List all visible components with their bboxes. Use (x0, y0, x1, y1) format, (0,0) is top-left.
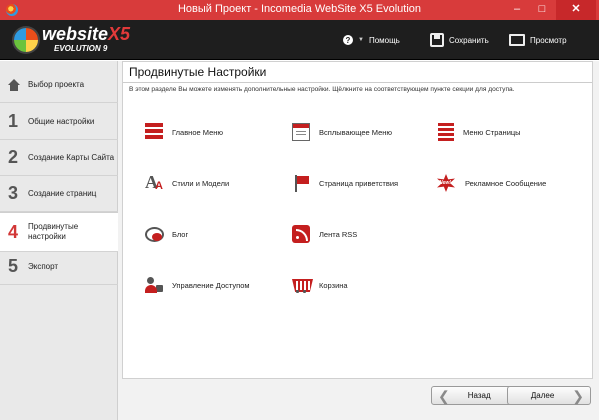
monitor-icon (509, 34, 525, 46)
tile-label: Меню Страницы (463, 127, 521, 137)
tile-label: Управление Доступом (172, 280, 250, 290)
advanced-settings-card: Продвинутые Настройки В этом разделе Вы … (122, 61, 593, 379)
sidebar-item-label: Продвинутые настройки (28, 222, 79, 241)
save-button[interactable]: Сохранить (430, 28, 489, 52)
sidebar-item-general-settings[interactable]: 1 Общие настройки (0, 104, 118, 140)
page-menu-icon (438, 123, 454, 141)
app-logo: websiteX5 EVOLUTION 9 (14, 24, 184, 56)
styles-icon (145, 172, 163, 193)
new-badge-icon (436, 174, 456, 192)
home-icon (8, 78, 20, 91)
tile-label: Рекламное Сообщение (465, 178, 547, 188)
page-title: Продвинутые Настройки (129, 65, 267, 79)
main-panel: Продвинутые Настройки В этом разделе Вы … (118, 61, 599, 420)
chevron-down-icon: ▼ (358, 37, 364, 43)
lock-icon (156, 285, 163, 292)
tile-cart[interactable]: Корзина (292, 274, 348, 296)
app-header: websiteX5 EVOLUTION 9 ? ▼ Помощь Сохрани… (0, 20, 599, 60)
save-icon (430, 33, 444, 47)
cart-icon (292, 276, 310, 294)
sidebar-item-label: Создание Карты Сайта (28, 153, 115, 162)
logo-ball-icon (14, 28, 38, 52)
tile-label: Лента RSS (319, 229, 358, 239)
sidebar-item-label: Создание страниц (28, 189, 97, 198)
minimize-button[interactable]: – (505, 0, 529, 20)
tile-popup-menu[interactable]: Всплывающее Меню (292, 121, 392, 143)
tile-label: Блог (172, 229, 189, 239)
sidebar-item-export[interactable]: 5 Экспорт (0, 249, 118, 285)
logo-x5: X5 (108, 24, 131, 44)
step-number: 1 (8, 111, 19, 131)
tile-styles-models[interactable]: Стили и Модели (145, 172, 229, 194)
tile-label: Стили и Модели (172, 178, 230, 188)
sidebar-item-label: Экспорт (28, 262, 59, 271)
rss-icon (292, 225, 310, 243)
step-number: 2 (8, 147, 19, 167)
step-number: 4 (8, 221, 19, 242)
chevron-right-icon: ❯ (572, 387, 584, 404)
main-menu-icon (145, 123, 163, 141)
sidebar-item-pages[interactable]: 3 Создание страниц (0, 176, 118, 212)
maximize-button[interactable]: □ (530, 0, 554, 20)
tile-label: Страница приветствия (319, 178, 399, 188)
chevron-left-icon: ❮ (438, 387, 450, 404)
blog-icon (145, 225, 164, 243)
tile-blog[interactable]: Блог (145, 223, 188, 245)
sidebar-item-label: Выбор проекта (28, 80, 85, 89)
access-icon (145, 276, 163, 294)
title-bar: Новый Проект - Incomedia WebSite X5 Evol… (0, 0, 599, 20)
tile-label: Всплывающее Меню (319, 127, 393, 137)
flag-icon (292, 174, 310, 192)
help-icon: ? (343, 35, 353, 45)
popup-menu-icon (292, 123, 310, 141)
help-label: Помощь (368, 35, 400, 45)
next-button[interactable]: Далее ❯ (507, 386, 591, 405)
sidebar-item-project-select[interactable]: Выбор проекта (0, 67, 118, 103)
tile-main-menu[interactable]: Главное Меню (145, 121, 223, 143)
next-label: Далее (530, 391, 555, 400)
sidebar-item-advanced-settings[interactable]: 4 Продвинутые настройки (0, 212, 118, 252)
steps-sidebar: Выбор проекта 1 Общие настройки 2 Создан… (0, 61, 118, 420)
tile-label: Главное Меню (172, 127, 224, 137)
logo-text: website (42, 24, 109, 44)
preview-button[interactable]: Просмотр (509, 28, 567, 52)
step-number: 3 (8, 183, 19, 203)
close-button[interactable]: ✕ (556, 0, 596, 20)
title-divider (123, 82, 592, 83)
preview-label: Просмотр (530, 35, 567, 45)
save-label: Сохранить (449, 35, 489, 45)
help-button[interactable]: ? ▼ Помощь (343, 28, 400, 52)
page-description: В этом разделе Вы можете изменять дополн… (129, 86, 515, 93)
tile-ad-message[interactable]: Рекламное Сообщение (436, 172, 546, 194)
sidebar-item-label: Общие настройки (28, 117, 95, 126)
back-button[interactable]: ❮ Назад (431, 386, 515, 405)
tile-rss-feed[interactable]: Лента RSS (292, 223, 357, 245)
tile-page-menu[interactable]: Меню Страницы (438, 121, 521, 143)
step-number: 5 (8, 256, 19, 276)
sidebar-item-sitemap[interactable]: 2 Создание Карты Сайта (0, 140, 118, 176)
logo-edition: EVOLUTION 9 (54, 44, 108, 53)
back-label: Назад (467, 391, 491, 400)
tile-access-control[interactable]: Управление Доступом (145, 274, 250, 296)
tile-label: Корзина (319, 280, 348, 290)
tile-welcome-page[interactable]: Страница приветствия (292, 172, 398, 194)
